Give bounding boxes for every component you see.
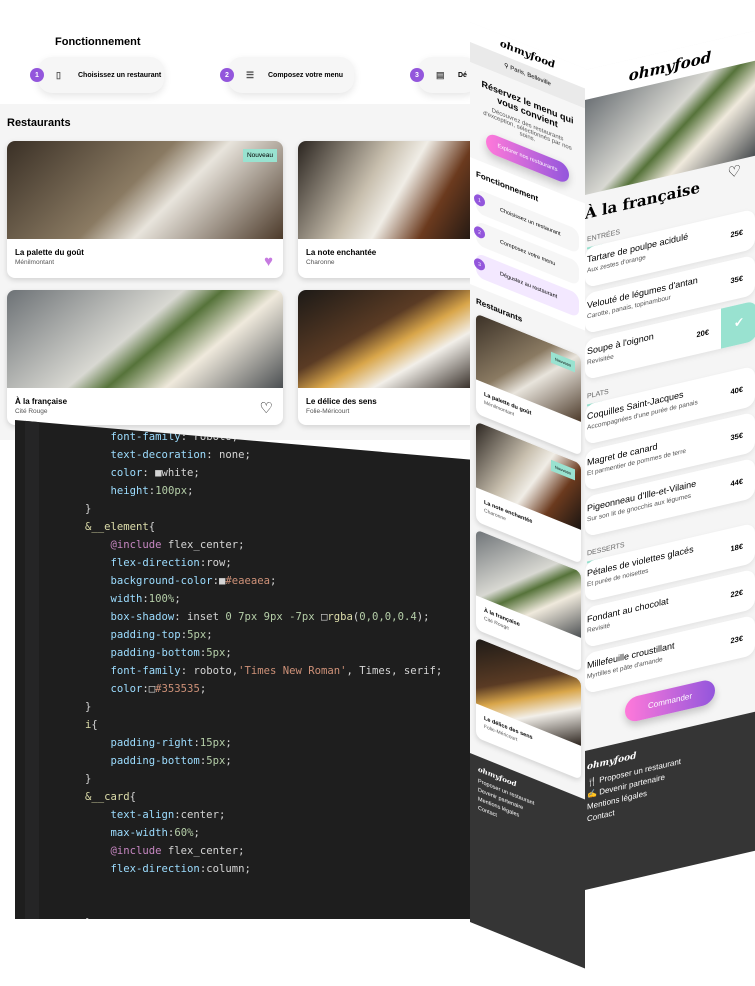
step-2: 2 ☰ Composez votre menu: [220, 57, 354, 93]
restaurant-card[interactable]: Le délice des sens Folie-Méricourt: [298, 290, 478, 425]
heart-filled-icon[interactable]: ♥: [264, 253, 273, 270]
footer: ohmyfood 🍴 Proposer un restaurant ✍ Deve…: [585, 711, 755, 891]
menu-sections: ENTRÉES Tartare de poulpe acidulé Aux zest…: [585, 198, 755, 694]
restaurant-card[interactable]: À la française Cité Rouge ♡: [7, 290, 283, 425]
code-editor: font-family: roboto, "Times New Roman", …: [15, 420, 475, 919]
heart-outline-icon[interactable]: ♡: [260, 399, 273, 417]
restaurant-card[interactable]: La note enchantée Charonne: [298, 141, 478, 278]
section-title: Fonctionnement: [55, 36, 141, 48]
mobile-menu-screen: ohmyfood À la française ♡ ENTRÉES Tartare…: [585, 30, 755, 891]
step-1: 1 ▯ Choisissez un restaurant: [30, 57, 164, 93]
phone-icon: ▯: [56, 69, 61, 80]
list-icon: ☰: [246, 69, 255, 80]
restaurants-section: Restaurants Nouveau La palette du goût Mén…: [0, 104, 478, 440]
new-badge: Nouveau: [242, 149, 277, 162]
fork-knife-icon: 🍴: [587, 775, 600, 788]
step-3: 3 ▤ Dé: [410, 57, 478, 93]
order-button[interactable]: Commander: [625, 677, 715, 724]
store-icon: ▤: [436, 69, 445, 80]
heart-outline-icon[interactable]: ♡: [728, 161, 741, 182]
selected-check-icon: ✔: [721, 300, 755, 349]
section-title: Restaurants: [7, 117, 71, 129]
restaurant-card[interactable]: Nouveau La palette du goût Ménilmontant ♥: [7, 141, 283, 278]
mobile-home-screen: ohmyfood ⚲ Paris, Belleville Réservez le…: [470, 22, 585, 969]
handshake-icon: ✍: [587, 787, 600, 800]
